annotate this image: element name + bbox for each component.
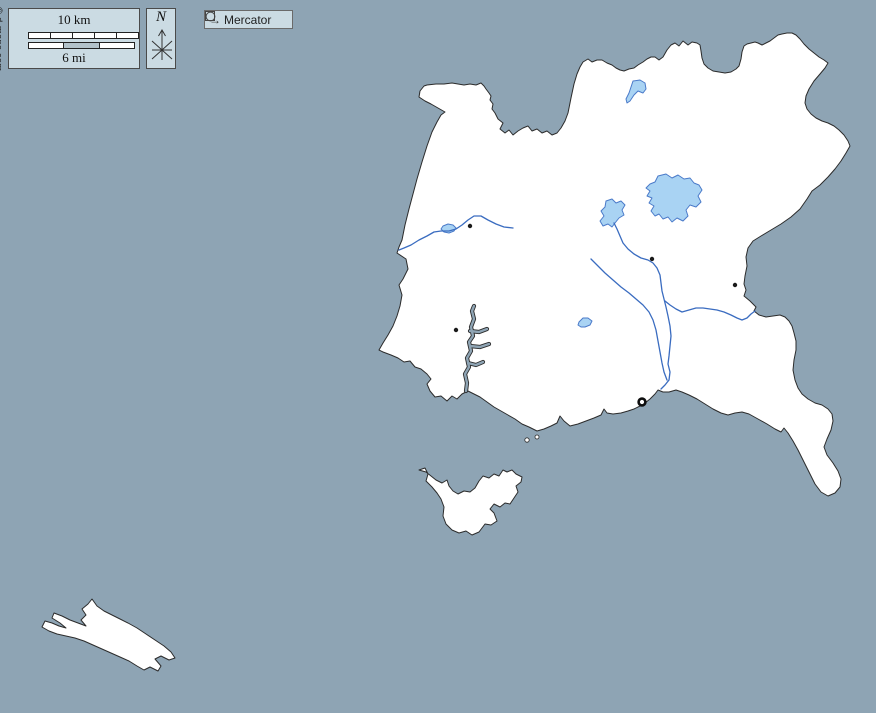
- km-segment-3: [95, 33, 117, 38]
- south-island: [419, 468, 522, 535]
- projection-label: Mercator: [224, 13, 271, 27]
- map-stage: 10 km 6 mi N → Mercator © d-maps.com: [0, 0, 876, 713]
- compass-icon: [150, 27, 174, 65]
- islet-2: [535, 435, 539, 439]
- km-segment-0: [29, 33, 51, 38]
- city-dot-east: [733, 283, 737, 287]
- compass-panel: N: [146, 8, 176, 69]
- islet-1: [525, 438, 529, 442]
- main-island: [379, 33, 850, 496]
- north-label: N: [147, 9, 175, 26]
- projection-panel: → Mercator: [204, 10, 293, 29]
- copyright-text: © d-maps.com: [0, 7, 4, 71]
- square-icon: [205, 11, 215, 21]
- scale-km-bar: [28, 32, 139, 39]
- scale-km-label: 10 km: [9, 12, 139, 28]
- southwest-island: [42, 599, 175, 671]
- km-segment-4: [117, 33, 138, 38]
- mi-segment-2: [100, 43, 134, 48]
- scale-mi-label: 6 mi: [9, 50, 139, 66]
- mi-segment-1: [64, 43, 99, 48]
- capital-ring: [639, 399, 646, 406]
- mi-segment-0: [29, 43, 64, 48]
- city-dot-northwest: [468, 224, 472, 228]
- city-dot-central: [650, 257, 654, 261]
- scale-mi-bar: [28, 42, 135, 49]
- km-segment-2: [73, 33, 95, 38]
- km-segment-1: [51, 33, 73, 38]
- scale-bar-panel: 10 km 6 mi: [8, 8, 140, 69]
- map-svg: [0, 0, 876, 713]
- city-dot-southwest: [454, 328, 458, 332]
